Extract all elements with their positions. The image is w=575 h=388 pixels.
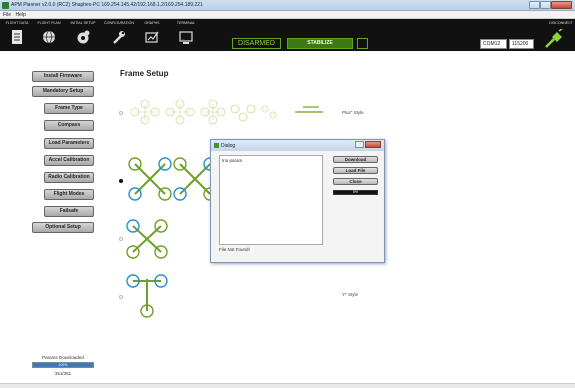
- close-button[interactable]: Close: [333, 178, 378, 185]
- terminal-button[interactable]: TERMINAL _: [171, 21, 201, 49]
- flight-mode: STABILIZE: [287, 38, 353, 49]
- minimize-button[interactable]: [529, 1, 540, 9]
- plus-style-label: Plus" Style: [342, 110, 364, 115]
- svg-text:_: _: [182, 35, 185, 40]
- sidebar-item-mandatory-setup[interactable]: Mandatory Setup: [32, 86, 94, 97]
- terminal-label: TERMINAL: [176, 21, 196, 25]
- y-frame-image[interactable]: [125, 269, 170, 319]
- v-frame-image[interactable]: [125, 216, 170, 261]
- flight-data-button[interactable]: FLIGHT DATA: [2, 21, 32, 49]
- configuration-button[interactable]: CONFIGURATION: [104, 21, 134, 49]
- flight-data-label: FLIGHT DATA: [5, 21, 29, 25]
- initial-setup-button[interactable]: INITIAL SETUP: [68, 21, 98, 49]
- x-frame-images[interactable]: [125, 154, 215, 209]
- baud-rate-select[interactable]: 115200: [509, 39, 534, 49]
- bottom-scrollbar[interactable]: [0, 383, 575, 388]
- com-port-select[interactable]: COM12: [480, 39, 507, 49]
- menu-help[interactable]: Help: [15, 11, 25, 19]
- dialog-close-icon[interactable]: [365, 141, 381, 148]
- gear-icon: [77, 30, 90, 44]
- frame-radio-v[interactable]: [119, 237, 123, 241]
- frame-radio-x[interactable]: [119, 179, 123, 183]
- dialog-text-area[interactable]: trio param: [219, 155, 323, 245]
- sidebar-item-frame-type[interactable]: Frame Type: [44, 103, 94, 114]
- globe-icon: [43, 30, 55, 44]
- graph-icon: [145, 31, 159, 43]
- armed-status: DISARMED: [232, 38, 281, 49]
- setup-sidebar: Install Firmware Mandatory Setup Frame T…: [27, 61, 109, 381]
- flight-plan-button[interactable]: FLIGHT PLAN: [34, 21, 64, 49]
- window-title: APM Planner v2.0.0 (RC2) Shaphes-PC 169.…: [11, 2, 203, 8]
- download-button[interactable]: Download: [333, 156, 378, 163]
- params-count: 351/351: [54, 371, 72, 376]
- graphs-label: GRAPHS: [144, 21, 160, 25]
- plus-frame-images[interactable]: [125, 97, 325, 127]
- dialog-app-icon: [214, 143, 219, 148]
- params-progress-bar: 100%: [32, 362, 94, 368]
- params-status-text: Params Downloaded: [42, 355, 84, 360]
- close-window-button[interactable]: [551, 1, 572, 9]
- dialog-progress-bar: 0%: [333, 190, 378, 195]
- document-icon: [12, 30, 22, 44]
- sidebar-item-compass[interactable]: Compass: [44, 120, 94, 131]
- download-dialog: Dialog trio param File Not Found! Downlo…: [210, 139, 385, 263]
- frame-radio-plus[interactable]: [119, 111, 123, 115]
- menu-file[interactable]: File: [3, 11, 11, 19]
- sidebar-item-flight-modes[interactable]: Flight Modes: [44, 189, 94, 200]
- sidebar-item-accel-calibration[interactable]: Accel Calibration: [44, 155, 94, 166]
- dialog-status-text: File Not Found!: [219, 247, 250, 252]
- window-title-bar: APM Planner v2.0.0 (RC2) Shaphes-PC 169.…: [0, 0, 575, 11]
- frame-radio-y[interactable]: [119, 295, 123, 299]
- graphs-button[interactable]: GRAPHS: [137, 21, 167, 49]
- initial-setup-label: INITIAL SETUP: [70, 21, 96, 25]
- disconnect-button[interactable]: DISCONNECT: [537, 21, 573, 49]
- sidebar-item-optional-setup[interactable]: Optional Setup: [32, 222, 94, 233]
- sidebar-item-radio-calibration[interactable]: Radio Calibration: [44, 172, 94, 183]
- gps-status-indicator: [357, 38, 368, 49]
- y-style-label: Y* Style: [342, 292, 359, 297]
- dialog-title: Dialog: [221, 143, 236, 149]
- terminal-icon: _: [179, 31, 193, 44]
- maximize-button[interactable]: [540, 1, 551, 9]
- configuration-label: CONFIGURATION: [104, 21, 134, 25]
- page-title: Frame Setup: [120, 69, 169, 78]
- disconnect-label: DISCONNECT: [549, 21, 573, 25]
- params-progress-text: 100%: [58, 363, 68, 367]
- menu-bar: File Help: [0, 11, 575, 19]
- sidebar-item-failsafe[interactable]: Failsafe: [44, 206, 94, 217]
- main-toolbar: FLIGHT DATA FLIGHT PLAN INITIAL SETUP CO…: [0, 19, 575, 51]
- app-icon: [2, 2, 9, 9]
- plug-icon: [545, 29, 563, 48]
- dialog-body: trio param File Not Found! Download Load…: [212, 151, 383, 262]
- dialog-help-button[interactable]: [355, 141, 364, 148]
- wrench-icon: [113, 31, 125, 44]
- sidebar-item-load-parameters[interactable]: Load Parameters: [44, 138, 94, 149]
- sidebar-item-install-firmware[interactable]: Install Firmware: [32, 71, 94, 82]
- flight-plan-label: FLIGHT PLAN: [37, 21, 61, 25]
- dialog-title-bar: Dialog: [211, 140, 384, 151]
- load-file-button[interactable]: Load File: [333, 167, 378, 174]
